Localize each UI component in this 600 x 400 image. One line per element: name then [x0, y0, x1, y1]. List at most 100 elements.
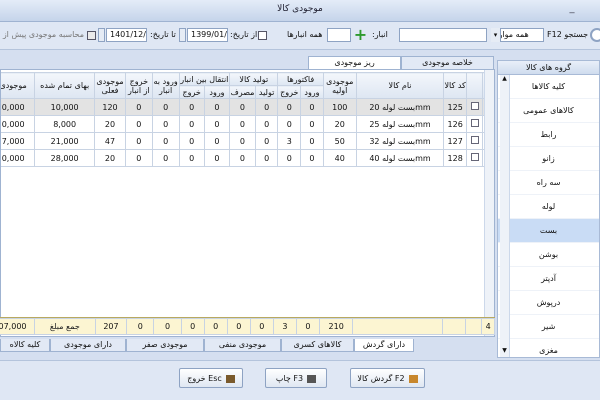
cell-tr-in: 0 [203, 132, 231, 150]
cell-tr-out: 0 [178, 115, 205, 133]
search-circle-icon[interactable] [590, 28, 600, 42]
table-row[interactable]: 0,000 10,000 120 0 0 0 0 0 0 0 0 100 بست لوله 20mm 12… [1, 98, 494, 116]
cell-name: بست لوله 40mm [355, 149, 445, 167]
from-date-label: از تاریخ: [230, 30, 258, 39]
cell-name: بست لوله 32mm [355, 132, 445, 150]
sidebar-item[interactable]: بست [498, 219, 599, 243]
col-cost: بهای تمام شده [34, 72, 96, 99]
cell-inv-out: 0 [277, 98, 302, 116]
item-groups-scrollbar[interactable]: ▲ ▼ [500, 75, 510, 357]
scroll-up-icon[interactable]: ▲ [500, 75, 509, 84]
col-prod-made: تولید [254, 85, 279, 99]
cell-stock: 7,000 [1, 132, 36, 150]
total-code [441, 318, 466, 335]
col-inv-out: خروج [277, 85, 302, 99]
col-code: کد کالا [443, 72, 467, 99]
cell-prod-made: 0 [254, 115, 279, 133]
warehouse-input[interactable] [327, 28, 351, 42]
row-checkbox[interactable] [465, 132, 484, 150]
table-row[interactable]: 0,00028,000200000000040بست لوله 40mm1284 [1, 149, 494, 167]
add-icon[interactable]: + [353, 27, 368, 43]
exit-button[interactable]: خروج Esc [179, 368, 243, 388]
sidebar-item[interactable]: سه راه [498, 171, 599, 195]
sidebar-item[interactable]: زانو [498, 147, 599, 171]
from-date-value: 1399/01/01 [191, 30, 227, 39]
grid-scrollbar[interactable] [484, 70, 494, 336]
scroll-down-icon[interactable]: ▼ [500, 347, 509, 356]
tab-all-items[interactable]: کلیه کالاه [0, 339, 50, 352]
chevron-down-icon[interactable]: ▾ [491, 28, 501, 42]
all-warehouses-label: همه انبارها [287, 30, 323, 39]
search-label: جستجو F12 [547, 30, 589, 39]
stock-grid: موجودی بهای تمام شده موجودی فعلی خروج از… [0, 69, 495, 337]
cell-inv-out: 0 [277, 149, 302, 167]
total-stock: 07,000 [0, 318, 35, 335]
sidebar-item[interactable]: لوله [498, 195, 599, 219]
turnover-icon [408, 374, 418, 383]
col-stock: موجودی [1, 72, 36, 99]
to-date-spinner[interactable] [98, 28, 105, 42]
col-actual: موجودی فعلی [94, 72, 126, 99]
print-button[interactable]: چاپ F3 [265, 368, 327, 388]
sidebar-item[interactable]: آدپتر [498, 267, 599, 291]
turnover-button[interactable]: گردش کالا F2 [350, 368, 425, 388]
tab-with-turnover[interactable]: دارای گردش [354, 339, 414, 352]
sidebar-item[interactable]: کالاهای عمومی [498, 99, 599, 123]
sidebar-item[interactable]: رابط [498, 123, 599, 147]
turnover-label: گردش کالا F2 [357, 374, 405, 383]
minimize-button[interactable]: _ [565, 3, 579, 17]
tab-negative-stock[interactable]: موجودی منفی [204, 339, 281, 352]
sidebar-item[interactable]: درپوش [498, 291, 599, 315]
cell-tr-in: 0 [203, 149, 231, 167]
col-tr-out: خروج [178, 85, 205, 99]
sidebar-item[interactable]: بوشن [498, 243, 599, 267]
to-date-input[interactable]: 1401/12/29 [106, 28, 147, 42]
cell-prod-used: 0 [229, 132, 256, 150]
cell-wh-in: 0 [151, 132, 180, 150]
search-input[interactable] [399, 28, 487, 42]
tab-stock-summary[interactable]: خلاصه موجودی [401, 56, 494, 69]
row-checkbox[interactable] [465, 98, 484, 116]
cell-tr-out: 0 [178, 98, 205, 116]
cell-wh-in: 0 [151, 149, 180, 167]
row-checkbox[interactable] [465, 115, 484, 133]
cell-inv-in: 0 [300, 132, 324, 150]
cell-prod-made: 0 [254, 149, 279, 167]
from-date-input[interactable]: 1399/01/01 [187, 28, 228, 42]
table-row[interactable]: 7,00021,000470000003050بست لوله 32mm1273 [1, 132, 494, 150]
cell-tr-in: 0 [203, 115, 231, 133]
col-prod-used: مصرف [229, 85, 256, 99]
col-tr-in: ورود [203, 85, 231, 99]
total-wh-in: 0 [153, 318, 182, 335]
total-tr-out: 0 [180, 318, 205, 335]
from-date-spinner[interactable] [179, 28, 186, 42]
col-transfer: انتقال بین انبار [178, 72, 231, 86]
tab-stock-details[interactable]: ریز موجودی [308, 56, 401, 69]
exit-label: خروج Esc [187, 374, 222, 383]
cell-actual: 20 [94, 115, 126, 133]
row-checkbox[interactable] [465, 149, 484, 167]
cell-code: 127 [443, 132, 467, 150]
sidebar-item[interactable]: مغزی [498, 339, 599, 357]
cell-code: 128 [443, 149, 467, 167]
filter-bar: جستجو F12 همه موارد ▾ انبار: همه انبارها… [0, 22, 600, 50]
cell-wh-in: 0 [151, 98, 180, 116]
cell-code: 126 [443, 115, 467, 133]
from-date-checkbox[interactable] [258, 31, 267, 40]
col-inv-in: ورود [300, 85, 324, 99]
cell-initial: 50 [322, 132, 357, 150]
sidebar-item[interactable]: شیر [498, 315, 599, 339]
tab-shortage[interactable]: کالاهای کسری [281, 339, 354, 352]
tab-with-stock[interactable]: دارای موجودی [50, 339, 126, 352]
cell-tr-out: 0 [178, 149, 205, 167]
cell-prod-used: 0 [229, 115, 256, 133]
total-wh-out: 0 [126, 318, 155, 335]
exit-icon [225, 374, 235, 383]
cell-cost: 8,000 [34, 115, 96, 133]
tab-zero-stock[interactable]: موجودی صفر [126, 339, 204, 352]
compute-before-date-label: محاسبه موجودی پیش از تاریخ [0, 30, 84, 39]
cell-wh-out: 0 [124, 98, 153, 116]
sidebar-item[interactable]: کلیه کالاها [498, 75, 599, 99]
compute-before-date-checkbox[interactable] [87, 31, 96, 40]
table-row[interactable]: 0,0008,000200000000020بست لوله 25mm1262 [1, 115, 494, 133]
